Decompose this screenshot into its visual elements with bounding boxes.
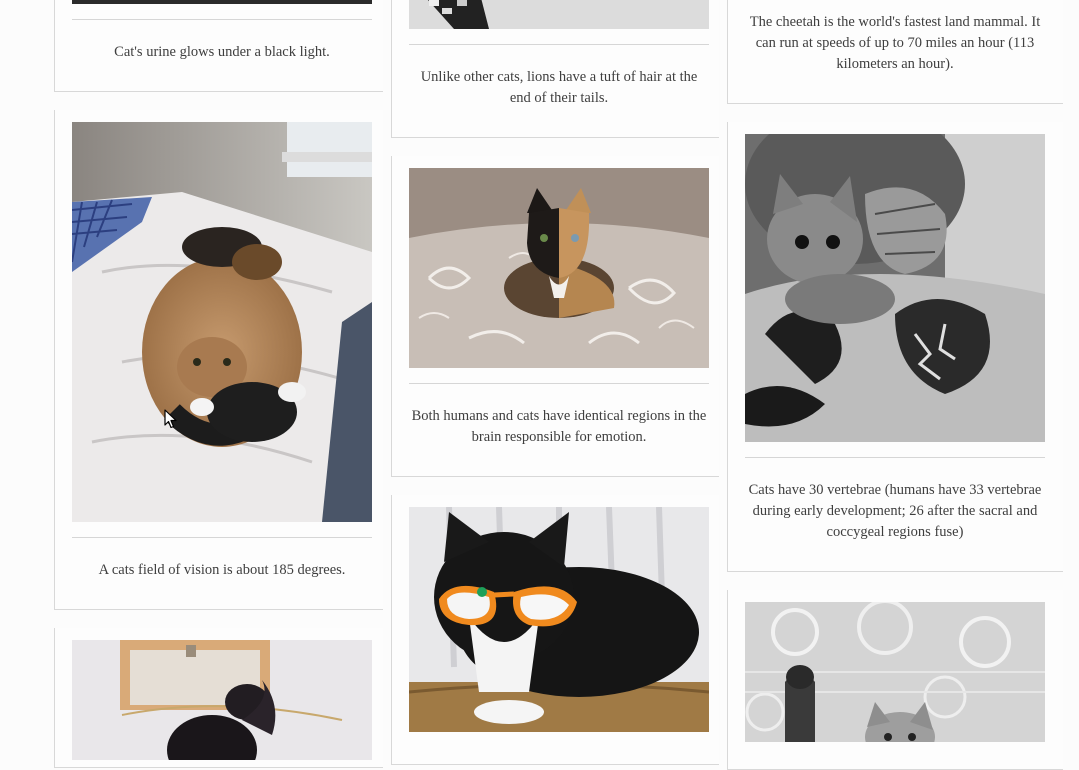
tuxedo-cat-photo	[409, 507, 709, 732]
fact-caption: The cheetah is the world's fastest land …	[749, 14, 1041, 72]
kitten-lace-photo	[745, 602, 1045, 742]
black-cat-photo	[72, 640, 372, 760]
divider	[72, 537, 372, 538]
fact-caption: A cats field of vision is about 185 degr…	[98, 562, 346, 578]
fact-caption: Cat's urine glows under a black light.	[114, 44, 330, 60]
divider	[745, 457, 1045, 458]
mouse-cursor-icon	[164, 409, 177, 429]
chimera-cat-photo	[409, 168, 709, 368]
divider	[409, 383, 709, 384]
fact-caption: Both humans and cats have identical regi…	[411, 408, 707, 445]
fact-card-vertebrae: Cats have 30 vertebrae (humans have 33 v…	[727, 122, 1063, 572]
cat-photo-partial	[72, 0, 372, 4]
fact-card-sunglasses	[391, 495, 719, 765]
fact-card-emotion: Both humans and cats have identical regi…	[391, 156, 719, 477]
fact-caption: Unlike other cats, lions have a tuft of …	[420, 69, 698, 106]
kitten-tattoo-photo	[745, 134, 1045, 442]
fact-card-vision: A cats field of vision is about 185 degr…	[54, 110, 383, 610]
fact-card-black-cat	[54, 628, 383, 768]
divider	[72, 19, 372, 20]
fact-card-urine: Cat's urine glows under a black light.	[54, 0, 383, 92]
fact-card-lions: Unlike other cats, lions have a tuft of …	[391, 0, 719, 138]
fact-card-lace	[727, 590, 1063, 770]
cat-photo-partial	[409, 0, 709, 29]
fact-card-cheetah: The cheetah is the world's fastest land …	[727, 0, 1063, 104]
divider	[409, 44, 709, 45]
fact-caption: Cats have 30 vertebrae (humans have 33 v…	[748, 482, 1042, 540]
orange-cat-photo	[72, 122, 372, 522]
